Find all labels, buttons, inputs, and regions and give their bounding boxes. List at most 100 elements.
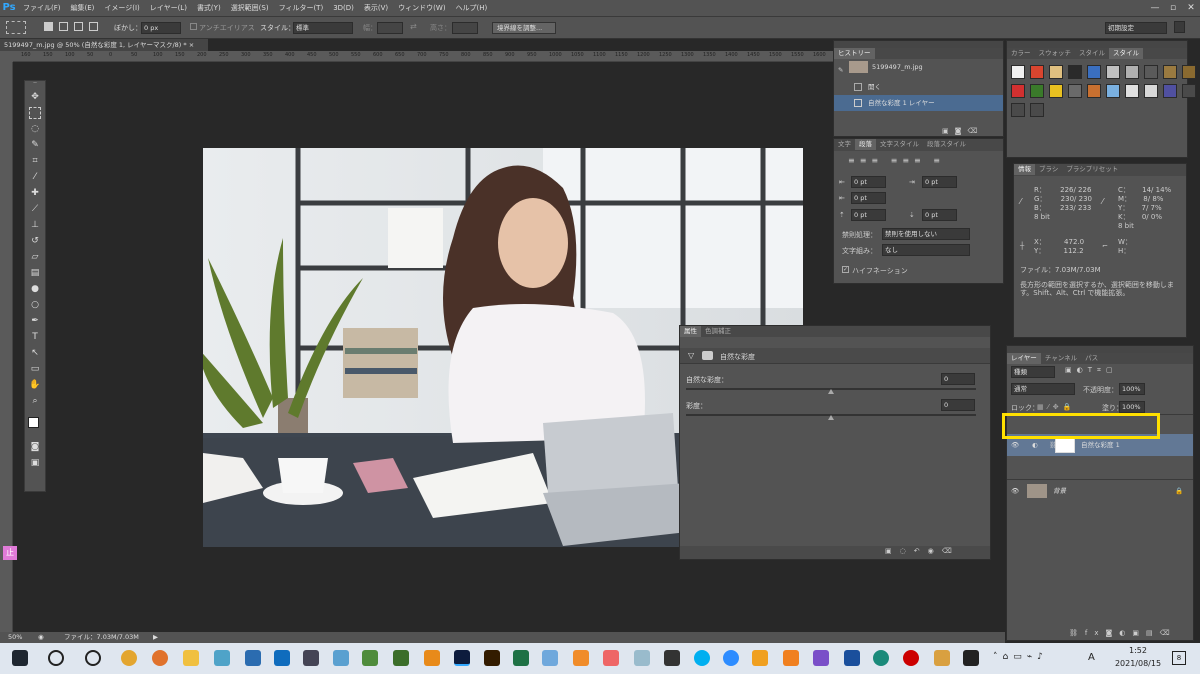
search-icon[interactable] — [48, 650, 64, 666]
crop-tool-icon[interactable]: ⌗ — [25, 153, 45, 169]
clock-date[interactable]: 2021/08/15 — [1106, 659, 1170, 668]
hyphenation-checkbox[interactable]: ✓ — [842, 266, 849, 273]
indent-right-input[interactable]: 0 pt — [922, 176, 957, 188]
marquee-tool-icon[interactable] — [29, 107, 41, 119]
tab-swatches[interactable]: スウォッチ — [1035, 48, 1076, 59]
menu-filter[interactable]: フィルター(T) — [274, 0, 329, 16]
style-swatch[interactable] — [1144, 65, 1158, 79]
lock-icons[interactable]: ▦⁄✥🔒 — [1037, 403, 1075, 411]
swap-icon[interactable]: ⇄ — [410, 22, 417, 31]
style-swatch[interactable] — [1049, 84, 1063, 98]
style-swatch[interactable] — [1163, 84, 1177, 98]
properties-footer-icons[interactable]: ▣◌↶◉⌫ — [885, 547, 960, 555]
vlc-icon[interactable] — [783, 650, 799, 666]
notification-icon[interactable]: 8 — [1172, 651, 1186, 665]
style-swatch[interactable] — [1011, 65, 1025, 79]
clock-time[interactable]: 1:52 — [1118, 646, 1158, 655]
hand-tool-icon[interactable]: ✋ — [25, 377, 45, 393]
app-icon-1[interactable] — [214, 650, 230, 666]
style-select[interactable]: 標準 — [293, 22, 353, 34]
app-icon-5[interactable] — [542, 650, 558, 666]
tab-adjustments[interactable]: 色調補正 — [701, 326, 735, 337]
layer-mask-thumbnail[interactable] — [1055, 437, 1075, 453]
vibrance-input[interactable]: 0 — [941, 373, 975, 385]
style-swatch[interactable] — [1163, 65, 1177, 79]
tab-char-style[interactable]: 文字スタイル — [876, 139, 923, 150]
marquee-preset-icon[interactable] — [6, 21, 26, 34]
style-swatch[interactable] — [1011, 84, 1025, 98]
add-selection-icon[interactable] — [59, 22, 68, 31]
tab-brush-preset[interactable]: ブラシプリセット — [1062, 164, 1122, 175]
windows-start-icon[interactable] — [12, 650, 28, 666]
ime-indicator[interactable]: A — [1088, 652, 1095, 663]
tab-info[interactable]: 情報 — [1014, 164, 1035, 175]
butterfly-icon[interactable] — [573, 650, 589, 666]
vibrance-slider-handle[interactable] — [828, 389, 834, 394]
path-select-tool-icon[interactable]: ↖ — [25, 345, 45, 361]
screen-mode-icon[interactable]: ▣ — [25, 455, 45, 471]
style-swatch[interactable] — [1030, 65, 1044, 79]
space-after-input[interactable]: 0 pt — [922, 209, 957, 221]
style-swatch[interactable] — [1106, 84, 1120, 98]
menu-select[interactable]: 選択範囲(S) — [226, 0, 274, 16]
saturation-input[interactable]: 0 — [941, 399, 975, 411]
zoom-tool-icon[interactable]: ⌕ — [25, 393, 45, 409]
history-brush-icon[interactable]: ↺ — [25, 233, 45, 249]
layer-row-background[interactable]: 👁 背景 🔒 — [1007, 479, 1193, 501]
tab-layers[interactable]: レイヤー — [1007, 353, 1041, 364]
brush-tool-icon[interactable]: ⟋ — [25, 201, 45, 217]
refine-edge-button[interactable]: 境界線を調整... — [492, 22, 556, 34]
tab-styles-preset[interactable]: スタイル — [1075, 48, 1109, 59]
intersect-selection-icon[interactable] — [89, 22, 98, 31]
blur-tool-icon[interactable]: ● — [25, 281, 45, 297]
stamp-tool-icon[interactable]: ⊥ — [25, 217, 45, 233]
photos-icon[interactable] — [245, 650, 261, 666]
app-icon-4[interactable] — [424, 650, 440, 666]
tab-styles[interactable]: スタイル — [1109, 48, 1143, 59]
menu-3d[interactable]: 3D(D) — [328, 0, 359, 16]
minimize-button[interactable]: — — [1146, 0, 1164, 16]
type-tool-icon[interactable]: T — [25, 329, 45, 345]
menu-window[interactable]: ウィンドウ(W) — [393, 0, 450, 16]
gradient-tool-icon[interactable]: ▤ — [25, 265, 45, 281]
close-button[interactable]: ✕ — [1182, 0, 1200, 16]
fill-input[interactable]: 100% — [1119, 401, 1145, 413]
eraser-tool-icon[interactable]: ▱ — [25, 249, 45, 265]
tab-brush[interactable]: ブラシ — [1035, 164, 1062, 175]
app-icon-11[interactable] — [873, 650, 889, 666]
subtract-selection-icon[interactable] — [74, 22, 83, 31]
maximize-button[interactable]: ▫ — [1164, 0, 1182, 16]
lasso-tool-icon[interactable]: ◌ — [25, 121, 45, 137]
history-footer-icons[interactable]: ▣◙⌫ — [942, 127, 983, 135]
style-swatch[interactable] — [1011, 103, 1025, 117]
photoshop-taskbar-icon[interactable] — [454, 650, 470, 666]
new-selection-icon[interactable] — [44, 22, 53, 31]
excel-icon[interactable] — [513, 650, 529, 666]
eyedropper-tool-icon[interactable]: ⁄ — [25, 169, 45, 185]
foreground-color[interactable] — [28, 417, 39, 428]
chrome-icon[interactable] — [121, 650, 137, 666]
tab-properties[interactable]: 属性 — [680, 326, 701, 337]
quick-mask-icon[interactable]: ◙ — [25, 439, 45, 455]
cortana-icon[interactable] — [85, 650, 101, 666]
app-icon-9[interactable] — [813, 650, 829, 666]
tab-paths[interactable]: パス — [1081, 353, 1102, 364]
style-swatch[interactable] — [1144, 84, 1158, 98]
layers-footer-icons[interactable]: ⛓fx◙◐▣▤⌫ — [1069, 629, 1177, 637]
style-swatch[interactable] — [1125, 84, 1139, 98]
antialias-checkbox[interactable] — [190, 23, 197, 30]
history-row-vibrance[interactable]: 自然な彩度 1 レイヤー — [834, 95, 1003, 111]
ruler-origin[interactable] — [0, 51, 13, 62]
outlook-icon[interactable] — [274, 650, 290, 666]
indent-first-input[interactable]: 0 pt — [851, 192, 886, 204]
style-swatch[interactable] — [1030, 103, 1044, 117]
style-swatch[interactable] — [1106, 65, 1120, 79]
layer-kind-select[interactable]: 種類 — [1011, 366, 1055, 378]
app-icon-10[interactable] — [844, 650, 860, 666]
width-input[interactable] — [377, 22, 403, 34]
style-swatch[interactable] — [1049, 65, 1063, 79]
zoom-level[interactable]: 50% — [8, 632, 22, 643]
document-tab[interactable]: 5199497_m.jpg @ 50% (自然な彩度 1, レイヤーマスク/8)… — [0, 39, 208, 51]
menu-layer[interactable]: レイヤー(L) — [145, 0, 192, 16]
mojikumi-select[interactable]: なし — [882, 244, 970, 256]
